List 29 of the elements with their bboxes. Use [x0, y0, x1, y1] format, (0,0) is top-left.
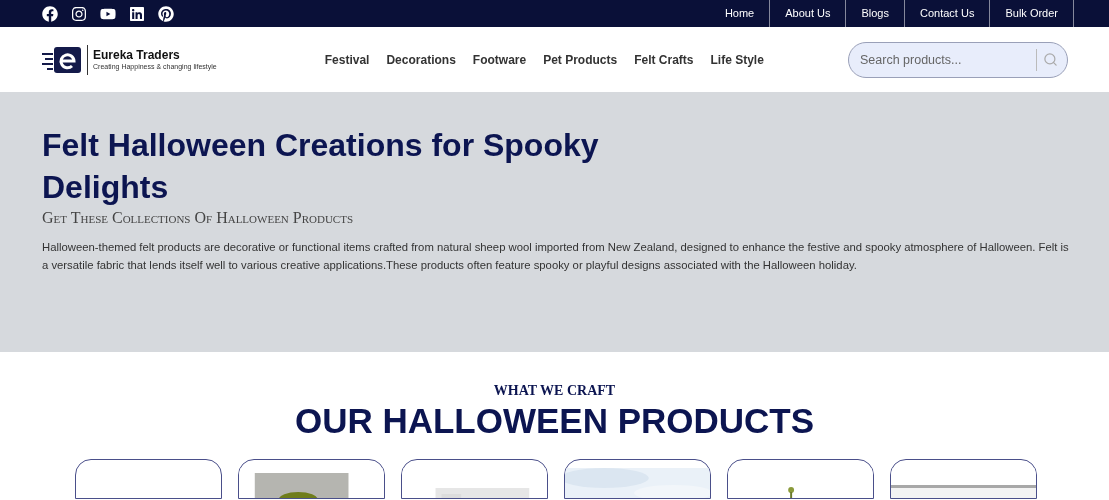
section-eyebrow: WHAT WE CRAFT — [493, 382, 616, 400]
search-field[interactable]: Search products... — [848, 41, 1068, 78]
pinterest-icon[interactable] — [158, 5, 174, 22]
nav-link[interactable]: Footware — [472, 50, 527, 69]
nav-link[interactable]: Pet Products — [543, 50, 618, 69]
section-title: OUR HALLOWEEN PRODUCTS — [294, 400, 815, 442]
hero-description: Halloween-themed felt products are decorative or functional items crafted from natural sheep wool imported from New Zealand, designed to enhance the festive and spooky atmosphere of Halloween. Felt is a versatile fabric that lends itself well to various creative applications.These products often feature spooky or playful designs associated with the Halloween holiday. — [42, 240, 1069, 273]
product-card[interactable] — [75, 459, 222, 499]
top-link[interactable]: Contact Us — [904, 0, 990, 27]
top-link[interactable]: Blogs — [845, 0, 904, 27]
brand-name: Eureka Traders — [93, 48, 181, 62]
nav-link[interactable]: Decorations — [386, 50, 456, 69]
top-link[interactable]: Home — [709, 0, 770, 27]
hero-subtitle: Get These Collections Of Halloween Products — [42, 208, 355, 228]
top-link[interactable]: About Us — [769, 0, 846, 27]
hero-title: Felt Halloween Creations for Spooky Delights — [42, 126, 600, 207]
product-card[interactable] — [238, 459, 385, 499]
facebook-icon[interactable] — [42, 5, 58, 22]
top-link[interactable]: Bulk Order — [989, 0, 1074, 27]
product-card[interactable] — [564, 459, 711, 499]
product-card[interactable] — [727, 459, 874, 499]
logo-icon[interactable] — [42, 45, 82, 74]
nav-link[interactable]: Felt Crafts — [634, 50, 694, 69]
linkedin-icon[interactable] — [129, 5, 145, 22]
nav-link[interactable]: Life Style — [710, 50, 764, 69]
instagram-icon[interactable] — [71, 5, 87, 22]
product-card[interactable] — [890, 459, 1037, 499]
nav-link[interactable]: Festival — [324, 50, 370, 69]
product-card[interactable] — [401, 459, 548, 499]
